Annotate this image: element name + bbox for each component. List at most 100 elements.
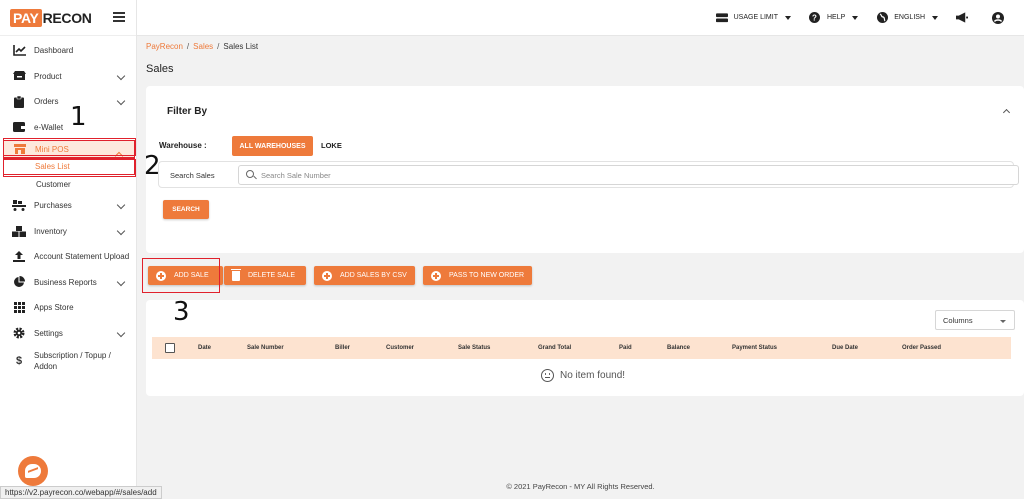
sidebar-item-dashboard[interactable]: Dashboard [0,38,136,64]
plus-circle-icon [322,270,332,281]
svg-text:?: ? [813,13,818,22]
megaphone-icon [956,12,968,23]
search-button[interactable]: SEARCH [163,200,209,219]
breadcrumb-sales[interactable]: Sales [193,42,213,51]
column-header[interactable]: Biller [335,345,350,351]
sidebar-item-label: Dashboard [34,46,74,56]
sidebar-item-subscription[interactable]: $ Subscription / Topup / Addon [0,346,136,382]
top-bar: USAGE LIMIT ? HELP ENGLISH [137,0,1024,36]
delete-sale-button[interactable]: DELETE SALE [224,266,306,285]
annotation-step-3: 3 [173,297,190,327]
filter-card: Filter By Warehouse : ALL WAREHOUSES LOK… [146,86,1024,253]
column-header[interactable]: Paid [619,345,632,351]
column-header[interactable]: Due Date [832,345,858,351]
sidebar-item-inventory[interactable]: Inventory [0,219,136,245]
column-header[interactable]: Customer [386,345,414,351]
column-header[interactable]: Date [198,345,211,351]
server-icon [715,12,728,23]
column-header[interactable]: Order Passed [902,345,941,351]
chart-line-icon [12,45,26,57]
filter-title: Filter By [167,106,208,117]
box-icon [12,70,26,82]
trash-icon [231,268,241,281]
sales-table-card: Columns Date Sale Number Biller Customer… [146,300,1024,396]
sidebar-item-label: Business Reports [34,277,97,287]
chevron-down-icon [116,328,126,337]
chevron-down-icon [116,71,126,80]
user-account-button[interactable] [992,11,1010,24]
help-menu[interactable]: ? HELP [809,12,859,23]
sidebar-item-label: Inventory [34,226,67,236]
highlight-sales-list [3,159,136,177]
column-header[interactable]: Grand Total [538,345,571,351]
sidebar-subitem-customer[interactable]: Customer [0,175,136,193]
sidebar-item-orders[interactable]: Orders [0,89,136,115]
footer-copyright: © 2021 PayRecon - MY All Rights Reserved… [506,482,655,491]
dolly-icon [12,200,26,212]
sidebar-item-apps-store[interactable]: Apps Store [0,295,136,321]
neutral-face-icon [541,369,554,382]
boxes-icon [12,225,26,237]
sidebar-nav: Dashboard Product Orders e-Wallet Mini P… [0,36,136,382]
gear-icon [12,327,26,339]
columns-select[interactable]: Columns [935,310,1015,330]
clipboard-icon [12,95,26,108]
dollar-icon: $ [15,354,23,367]
sidebar-item-business-reports[interactable]: Business Reports [0,270,136,296]
sidebar-item-label: Subscription / Topup / Addon [34,351,111,371]
caret-down-icon [932,15,938,20]
page-title: Sales [146,63,174,75]
search-icon [246,170,254,178]
language-menu[interactable]: ENGLISH [876,12,938,23]
hamburger-menu-icon[interactable] [113,12,125,22]
sidebar: PAY RECON Dashboard Product Orders e-Wall… [0,0,137,499]
chevron-up-icon[interactable] [1002,108,1011,117]
column-header[interactable]: Payment Status [732,345,777,351]
brand-header: PAY RECON [0,0,136,36]
browser-status-url: https://v2.payrecon.co/webapp/#/sales/ad… [0,486,162,499]
sidebar-item-label: Account Statement Upload [34,252,130,262]
payrecon-logo[interactable]: PAY RECON [10,8,92,27]
help-circle-icon: ? [809,12,821,23]
grid-icon [12,302,26,314]
column-header[interactable]: Balance [667,345,690,351]
column-header[interactable]: Sale Status [458,345,490,351]
sidebar-item-account-statement-upload[interactable]: Account Statement Upload [0,244,136,270]
messenger-chat-button[interactable] [18,456,48,486]
breadcrumb: PayRecon / Sales / Sales List [146,42,259,51]
annotation-step-2: 2 [144,151,161,181]
caret-down-icon [784,15,791,20]
globe-icon [876,12,888,23]
warehouse-label: Warehouse : [159,141,207,150]
sidebar-item-settings[interactable]: Settings [0,321,136,347]
user-avatar-icon [992,11,1004,24]
sidebar-item-label: e-Wallet [34,122,64,132]
sidebar-item-ewallet[interactable]: e-Wallet [0,115,136,141]
search-input[interactable] [238,165,1019,185]
sidebar-item-label: Product [34,71,62,81]
chevron-down-icon [116,96,126,106]
usage-limit-menu[interactable]: USAGE LIMIT [715,12,791,23]
warehouse-loke-button[interactable]: LOKE [321,141,342,150]
main-content: PayRecon / Sales / Sales List Sales Filter B… [137,36,1024,499]
sidebar-item-product[interactable]: Product [0,64,136,90]
column-header[interactable]: Sale Number [247,345,284,351]
pie-chart-icon [12,276,26,288]
messenger-icon [25,464,41,478]
pass-to-new-order-button[interactable]: PASS TO NEW ORDER [423,266,532,285]
wallet-icon [12,121,26,133]
sidebar-item-purchases[interactable]: Purchases [0,193,136,219]
select-all-checkbox[interactable] [165,343,175,353]
sidebar-item-label: Apps Store [34,303,74,313]
add-sales-by-csv-button[interactable]: ADD SALES BY CSV [314,266,415,285]
breadcrumb-home[interactable]: PayRecon [146,42,183,51]
breadcrumb-current: Sales List [223,42,259,51]
search-sales-label: Search Sales [170,171,215,180]
chevron-down-icon [116,277,126,286]
announcement-button[interactable] [956,12,974,23]
chevron-down-icon [116,226,126,235]
highlight-add-sale [142,258,220,293]
sidebar-item-label: Settings [34,328,63,338]
warehouse-all-button[interactable]: ALL WAREHOUSES [232,136,313,156]
sidebar-item-label: Purchases [34,201,72,211]
